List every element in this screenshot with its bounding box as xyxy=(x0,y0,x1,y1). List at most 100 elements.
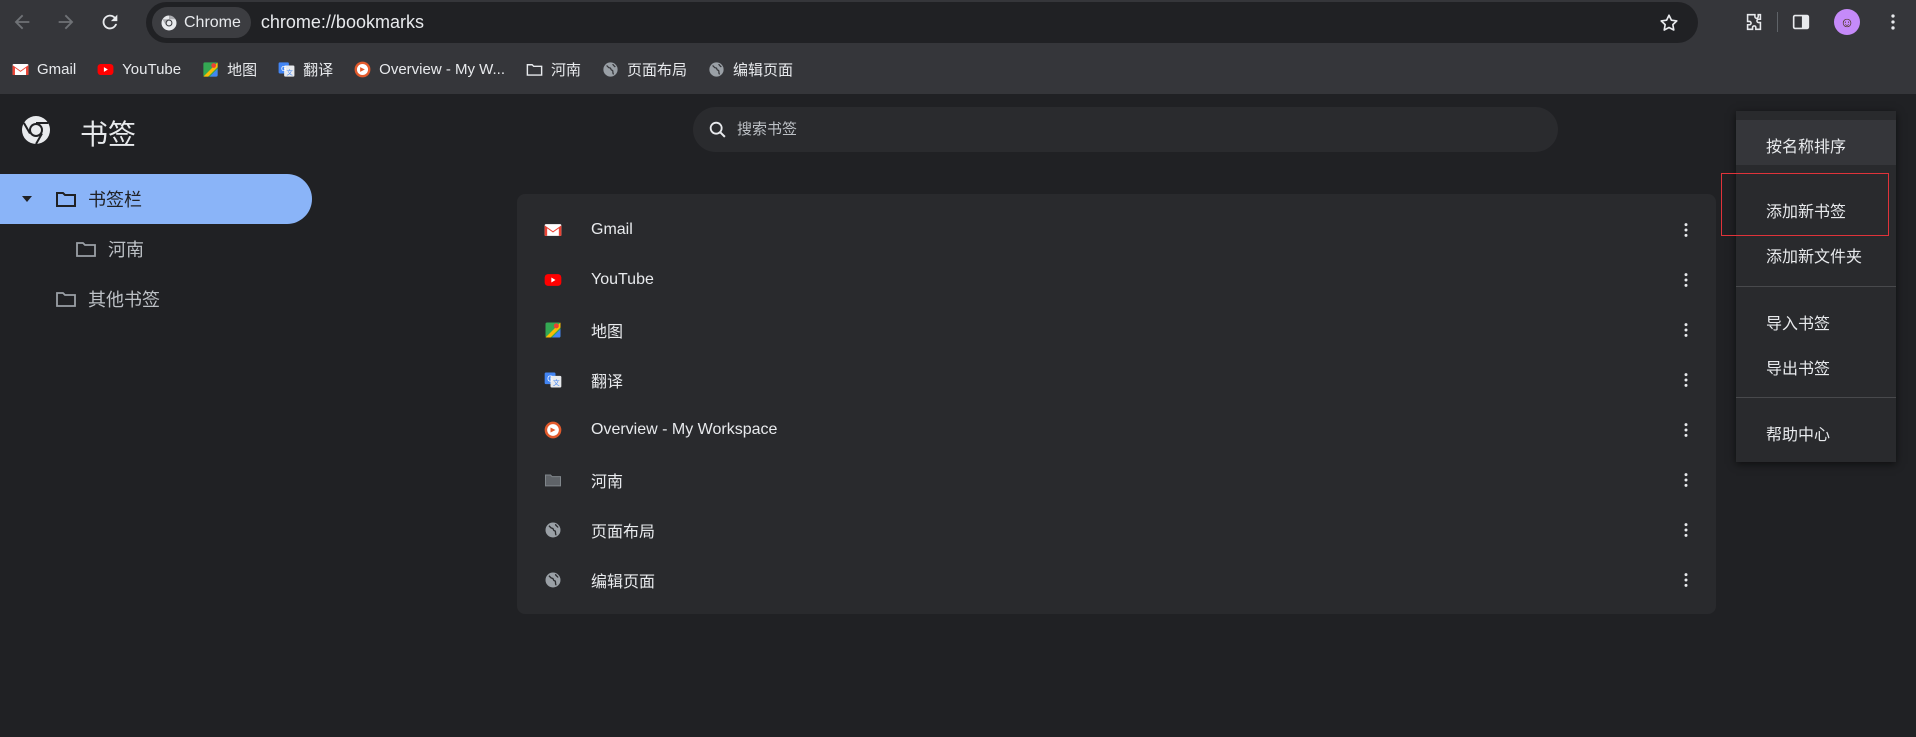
sidebar-item-bookmarks-bar[interactable]: 书签栏 xyxy=(0,174,312,224)
side-panel-icon xyxy=(1792,14,1810,30)
bookmark-bar-item-translate[interactable]: G文 翻译 xyxy=(277,59,333,80)
gmail-icon xyxy=(543,220,563,240)
bookmark-bar-item-page-layout[interactable]: 页面布局 xyxy=(601,59,687,80)
bookmark-bar-label: 页面布局 xyxy=(627,61,688,79)
url-text[interactable]: chrome://bookmarks xyxy=(261,12,424,33)
more-actions-button[interactable] xyxy=(1674,418,1698,442)
menu-item-import-bookmarks[interactable]: 导入书签 xyxy=(1766,310,1830,334)
bookmark-bar-item-edit-page[interactable]: 编辑页面 xyxy=(707,59,793,80)
bookmark-bar-item-henan[interactable]: 河南 xyxy=(525,59,581,80)
list-item[interactable]: Gmail xyxy=(517,205,1716,255)
bookmark-bar-item-maps[interactable]: 地图 xyxy=(201,59,257,80)
list-item-title: Gmail xyxy=(591,221,633,238)
list-item-title: YouTube xyxy=(591,271,654,288)
translate-icon: G文 xyxy=(277,60,296,79)
list-item[interactable]: 编辑页面 xyxy=(517,555,1716,605)
globe-icon xyxy=(543,520,563,540)
more-actions-button[interactable] xyxy=(1674,468,1698,492)
more-actions-button[interactable] xyxy=(1674,568,1698,592)
forward-button[interactable] xyxy=(44,0,88,44)
search-box[interactable] xyxy=(693,107,1558,152)
browser-toolbar: Chrome chrome://bookmarks ☺ xyxy=(0,0,1916,44)
youtube-icon xyxy=(543,270,563,290)
more-actions-button[interactable] xyxy=(1674,218,1698,242)
side-panel-button[interactable] xyxy=(1778,0,1824,44)
list-item[interactable]: G文 翻译 xyxy=(517,355,1716,405)
profile-button[interactable]: ☺ xyxy=(1824,0,1870,44)
menu-item-sort-by-name[interactable]: 按名称排序 xyxy=(1766,133,1846,157)
more-vert-icon xyxy=(1891,14,1895,30)
menu-divider xyxy=(1736,397,1896,398)
site-chip-label: Chrome xyxy=(184,13,241,31)
maps-icon xyxy=(543,320,563,340)
globe-icon xyxy=(707,60,726,79)
list-item[interactable]: 地图 xyxy=(517,305,1716,355)
svg-text:文: 文 xyxy=(553,378,560,387)
workspace-icon xyxy=(353,60,372,79)
globe-icon xyxy=(543,570,563,590)
site-chip[interactable]: Chrome xyxy=(152,7,251,38)
bookmark-bar-label: 地图 xyxy=(227,61,258,79)
sidebar-item-label: 河南 xyxy=(108,240,144,260)
more-vert-icon xyxy=(1684,323,1688,337)
gmail-icon xyxy=(11,60,30,79)
bookmark-bar-item-gmail[interactable]: Gmail xyxy=(11,60,76,79)
menu-item-help-center[interactable]: 帮助中心 xyxy=(1766,421,1830,445)
page-title: 书签 xyxy=(80,119,137,150)
list-item-title: 编辑页面 xyxy=(591,574,656,591)
globe-icon xyxy=(601,60,620,79)
folder-icon xyxy=(56,292,76,307)
chrome-icon xyxy=(161,14,177,30)
caret-down-icon[interactable] xyxy=(20,192,34,206)
svg-text:文: 文 xyxy=(287,67,294,76)
arrow-right-icon xyxy=(58,14,74,30)
more-vert-icon xyxy=(1684,373,1688,387)
menu-divider xyxy=(1736,286,1896,287)
more-actions-button[interactable] xyxy=(1674,518,1698,542)
menu-item-export-bookmarks[interactable]: 导出书签 xyxy=(1766,355,1830,379)
bookmark-bar-label: 翻译 xyxy=(303,61,334,79)
puzzle-icon xyxy=(1746,13,1762,31)
avatar: ☺ xyxy=(1834,9,1860,35)
sidebar-item-henan[interactable]: 河南 xyxy=(74,224,312,274)
more-vert-icon xyxy=(1684,473,1688,487)
extensions-button[interactable] xyxy=(1731,0,1777,44)
menu-item-add-bookmark[interactable]: 添加新书签 xyxy=(1766,198,1846,222)
list-item-title: Overview - My Workspace xyxy=(591,421,778,438)
back-button[interactable] xyxy=(0,0,44,44)
bookmark-bar-label: Gmail xyxy=(37,60,77,78)
more-actions-button[interactable] xyxy=(1674,268,1698,292)
sidebar-item-other-bookmarks[interactable]: 其他书签 xyxy=(54,274,312,324)
arrow-left-icon xyxy=(14,14,30,30)
menu-item-add-folder[interactable]: 添加新文件夹 xyxy=(1766,243,1862,267)
list-item[interactable]: 河南 xyxy=(517,455,1716,505)
more-actions-button[interactable] xyxy=(1674,318,1698,342)
list-item[interactable]: 页面布局 xyxy=(517,505,1716,555)
folder-icon xyxy=(525,60,544,79)
chrome-menu-button[interactable] xyxy=(1870,0,1916,44)
more-actions-button[interactable] xyxy=(1674,368,1698,392)
reload-button[interactable] xyxy=(88,0,132,44)
workspace-icon xyxy=(543,420,563,440)
bookmark-bar-label: 河南 xyxy=(551,61,582,79)
more-vert-icon xyxy=(1684,273,1688,287)
more-vert-icon xyxy=(1684,573,1688,587)
list-item-title: 河南 xyxy=(591,474,624,491)
list-item[interactable]: YouTube xyxy=(517,255,1716,305)
list-item[interactable]: Overview - My Workspace xyxy=(517,405,1716,455)
chrome-logo-icon xyxy=(22,116,50,145)
organize-menu: 按名称排序 添加新书签 添加新文件夹 导入书签 导出书签 帮助中心 xyxy=(1736,111,1896,462)
search-input[interactable] xyxy=(737,121,1437,138)
address-bar[interactable]: Chrome chrome://bookmarks xyxy=(146,2,1698,43)
youtube-icon xyxy=(96,60,115,79)
sidebar-item-label: 书签栏 xyxy=(88,190,142,210)
star-icon[interactable] xyxy=(1658,12,1680,34)
bookmark-bar-item-workspace[interactable]: Overview - My W... xyxy=(353,60,505,79)
list-item-title: 页面布局 xyxy=(591,524,656,541)
more-vert-icon xyxy=(1684,423,1688,437)
maps-icon xyxy=(201,60,220,79)
search-icon xyxy=(709,121,726,138)
toolbar-actions: ☺ xyxy=(1731,0,1916,44)
bookmark-bar-item-youtube[interactable]: YouTube xyxy=(96,60,181,79)
more-vert-icon xyxy=(1684,523,1688,537)
